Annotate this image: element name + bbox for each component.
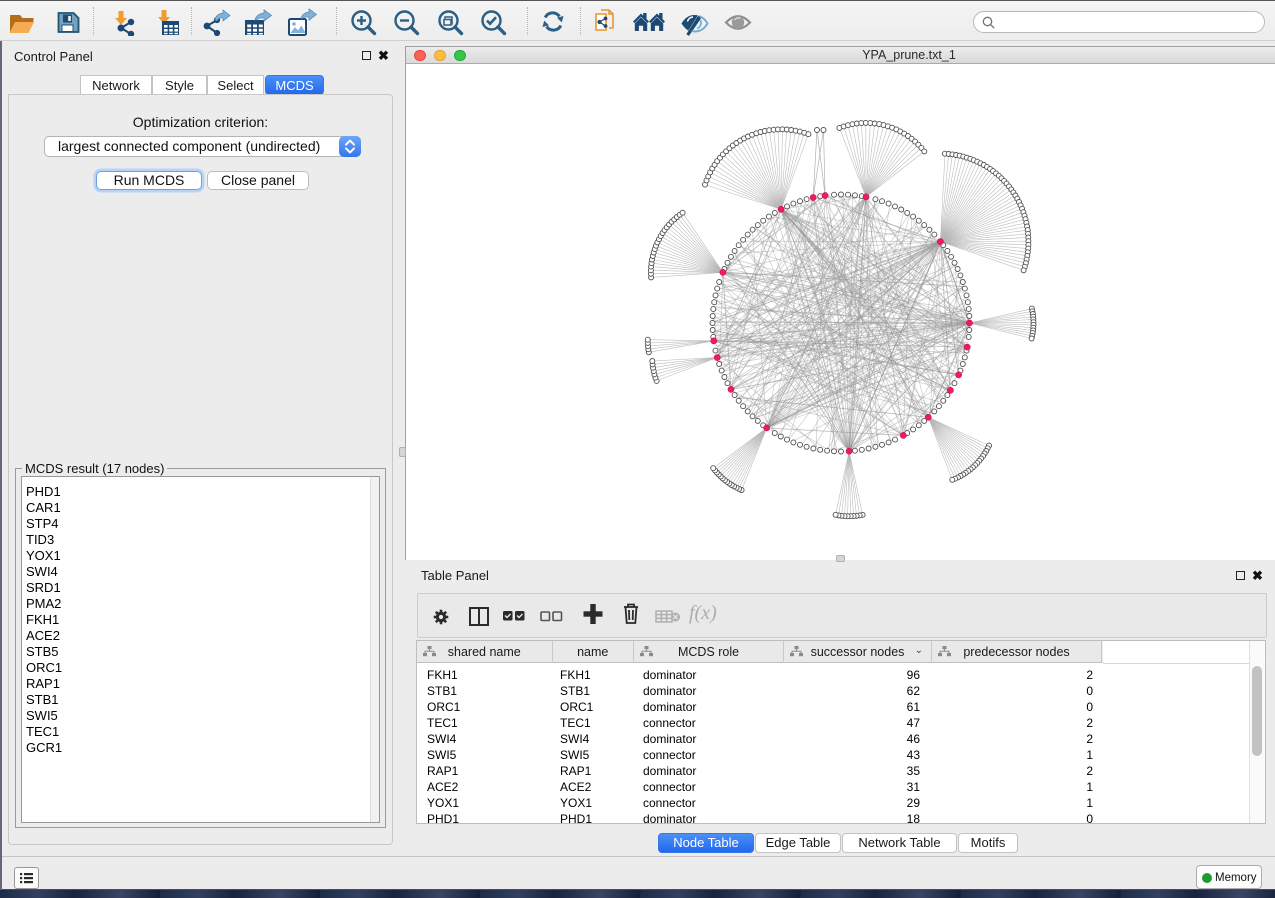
svg-text:f(x): f(x) bbox=[689, 602, 717, 624]
